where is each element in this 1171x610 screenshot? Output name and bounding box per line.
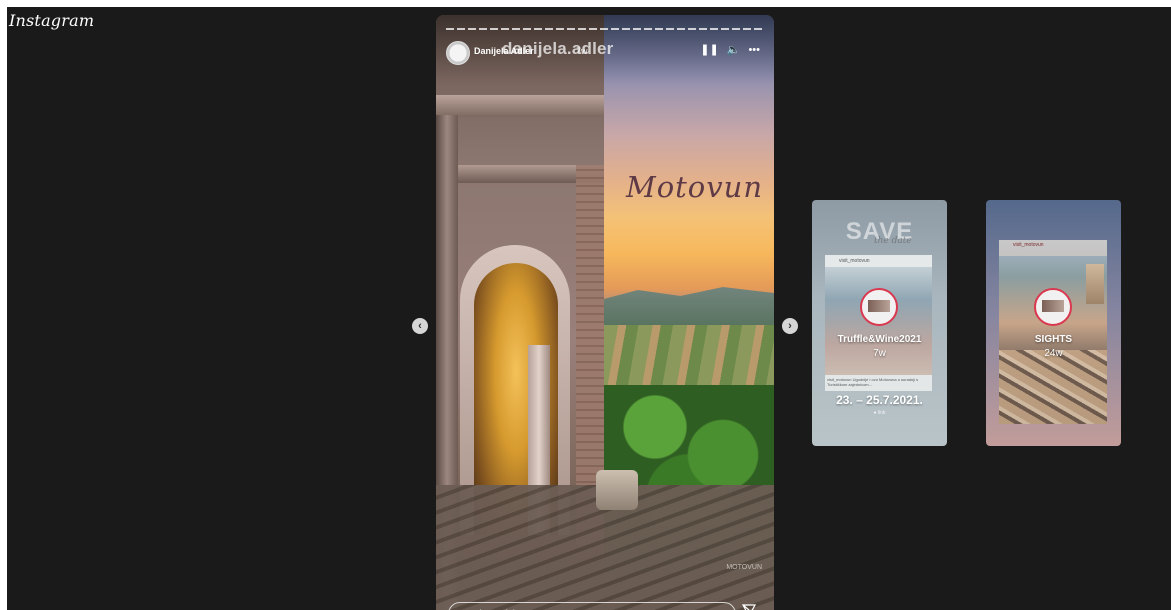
volume-icon[interactable]: 🔈 [727, 43, 741, 57]
facade-cornice [436, 95, 604, 117]
story-preview-sights[interactable]: visit_motovun SIGHTS 24w [986, 200, 1121, 446]
story-watermark: MOTOVUN [726, 564, 762, 571]
story-viewer: Instagram danijela.adler Danijela Adler … [7, 7, 1171, 610]
story-preview-truffle[interactable]: SAVE the date visit_motovun visit_motovu… [812, 200, 947, 446]
send-icon[interactable] [741, 603, 758, 610]
more-icon[interactable]: ••• [748, 43, 760, 57]
fields [604, 325, 774, 385]
highlight-avatar [1034, 288, 1072, 326]
shared-post-user: visit_motovun [999, 240, 1107, 256]
chevron-right-icon[interactable]: › [782, 318, 798, 334]
highlight-age: 7w [873, 348, 886, 359]
chevron-left-icon[interactable]: ‹ [412, 318, 428, 334]
instagram-logo[interactable]: Instagram [9, 11, 94, 30]
story-title-overlay: Motovun [626, 170, 764, 204]
story-progress-bar [446, 28, 764, 30]
story-card[interactable]: danijela.adler Danijela Adler 7w ❚❚ 🔈 ••… [436, 15, 774, 610]
shared-post-caption: visit_motovun Ugodnije i ovo Motovuna u … [825, 375, 932, 391]
highlight-title: Truffle&Wine2021 [837, 334, 922, 345]
shared-post-user: visit_motovun [825, 255, 932, 267]
reply-input[interactable]: Reply to visit_motovun... [448, 602, 736, 610]
story-controls: ❚❚ 🔈 ••• [700, 43, 760, 57]
story-time: 7w [576, 46, 588, 56]
bell-tower [1086, 264, 1104, 304]
avatar[interactable] [446, 41, 470, 65]
save-subtext: the date [874, 236, 912, 246]
terrace-tables [999, 350, 1107, 424]
event-dates: 23. – 25.7.2021. [836, 393, 923, 407]
story-username[interactable]: Danijela Adler [474, 46, 534, 56]
pause-icon[interactable]: ❚❚ [700, 43, 718, 57]
highlight-title: SIGHTS [1034, 334, 1073, 345]
highlight-age: 24w [1044, 348, 1063, 359]
story-link: ● link [873, 410, 886, 416]
stone-planter [596, 470, 638, 510]
highlight-avatar [860, 288, 898, 326]
